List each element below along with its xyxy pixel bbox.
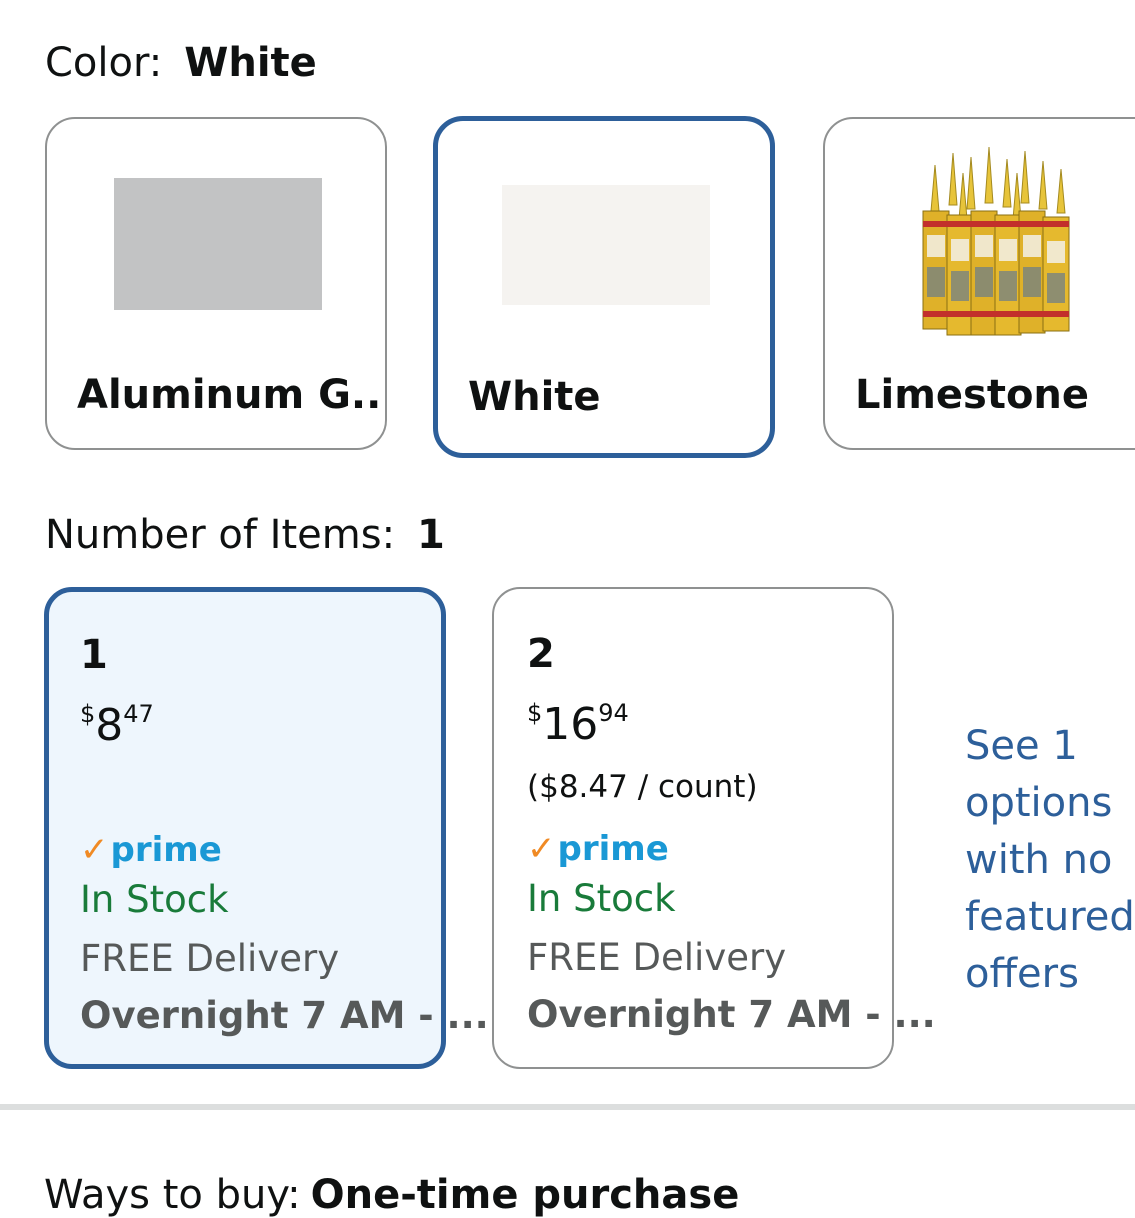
- price: $1694: [527, 699, 629, 750]
- quantity-count: 1: [80, 632, 108, 678]
- quantity-option-2[interactable]: 2 $1694 ($8.47 / count) ✓prime In Stock …: [492, 587, 936, 1069]
- prime-text: prime: [557, 829, 669, 869]
- delivery-text: FREE Delivery: [527, 936, 787, 979]
- price-whole: 16: [542, 699, 599, 750]
- number-of-items-label: Number of Items: 1: [45, 512, 445, 558]
- color-option-name: White: [468, 374, 601, 420]
- color-label-key: Color:: [45, 40, 163, 86]
- prime-text: prime: [110, 830, 222, 870]
- delivery-eta: Overnight 7 AM - ...: [527, 993, 936, 1036]
- color-label: Color: White: [45, 40, 317, 86]
- color-option-name: Aluminum G...: [77, 372, 387, 418]
- color-option-white[interactable]: White: [433, 116, 775, 458]
- prime-check-icon: ✓: [527, 829, 556, 869]
- white-chip: [502, 185, 710, 305]
- ways-to-buy-value: One-time purchase: [310, 1172, 740, 1218]
- section-divider: [0, 1104, 1135, 1110]
- items-selected-value: 1: [417, 512, 445, 558]
- color-option-aluminum-gray[interactable]: Aluminum G...: [45, 117, 387, 450]
- delivery-text: FREE Delivery: [80, 937, 340, 980]
- prime-badge: ✓prime: [527, 829, 669, 869]
- prime-check-icon: ✓: [80, 830, 109, 870]
- items-label-key: Number of Items:: [45, 512, 396, 558]
- sealant-tubes-icon: [922, 146, 1070, 336]
- see-more-options-link[interactable]: See 1 options with no featured offers: [965, 718, 1135, 1003]
- price: $847: [80, 700, 154, 751]
- unit-price: ($8.47 / count): [527, 769, 758, 805]
- color-option-limestone[interactable]: Limestone: [823, 117, 1135, 450]
- price-fraction: 94: [598, 699, 629, 728]
- price-symbol: $: [80, 700, 96, 729]
- color-option-name: Limestone: [855, 372, 1090, 418]
- price-symbol: $: [527, 699, 543, 728]
- ways-to-buy-label: Ways to buy: One-time purchase: [44, 1172, 739, 1218]
- stock-status: In Stock: [527, 877, 676, 920]
- aluminum-gray-chip: [114, 178, 322, 310]
- quantity-count: 2: [527, 631, 555, 677]
- price-whole: 8: [95, 700, 124, 751]
- delivery-eta: Overnight 7 AM - ...: [80, 994, 489, 1037]
- price-fraction: 47: [123, 700, 154, 729]
- prime-badge: ✓prime: [80, 830, 222, 870]
- color-selected-value: White: [184, 40, 317, 86]
- ways-to-buy-key: Ways to buy:: [44, 1172, 301, 1218]
- stock-status: In Stock: [80, 878, 229, 921]
- quantity-option-1[interactable]: 1 $847 ✓prime In Stock FREE Delivery Ove…: [44, 587, 489, 1069]
